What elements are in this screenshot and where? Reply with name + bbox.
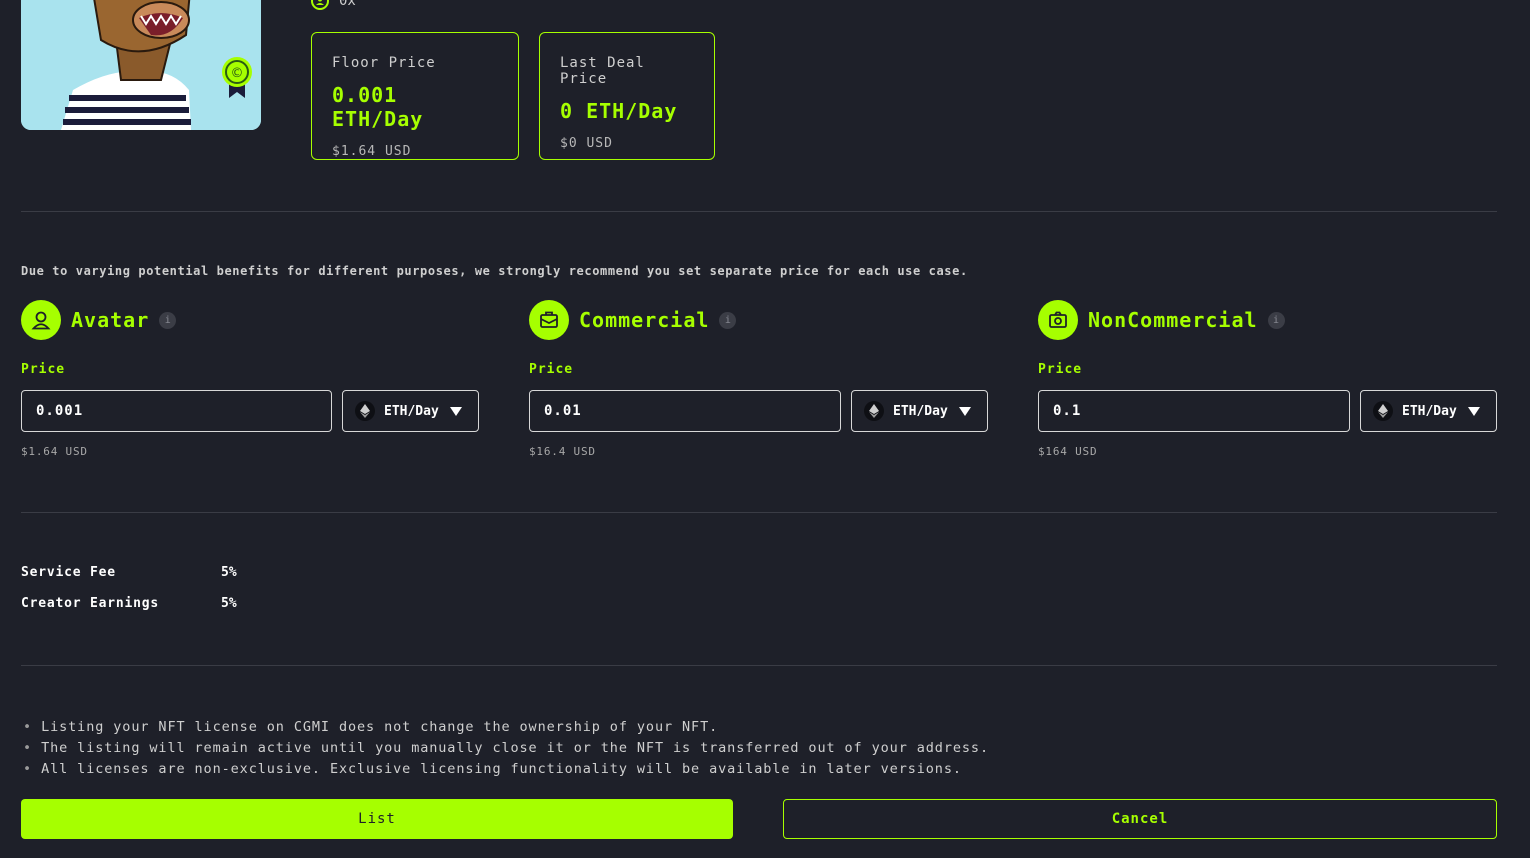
creator-earnings-label: Creator Earnings xyxy=(21,596,160,611)
commercial-unit-label: ETH/Day xyxy=(893,403,948,419)
commercial-usd: $16.4 USD xyxy=(529,445,596,458)
service-fee-value: 5% xyxy=(221,565,237,580)
chevron-down-icon xyxy=(449,406,462,416)
commercial-price-label: Price xyxy=(529,362,574,377)
pricing-notice: Due to varying potential benefits for di… xyxy=(21,264,968,278)
floor-price-card: Floor Price 0.001 ETH/Day $1.64 USD xyxy=(311,32,519,160)
usecase-avatar-header: Avatar i xyxy=(21,300,177,340)
user-icon xyxy=(311,0,329,10)
nft-image: © xyxy=(21,0,261,130)
noncommercial-unit-select[interactable]: ETH/Day xyxy=(1360,390,1497,432)
usecase-noncommercial-title: NonCommercial xyxy=(1088,308,1258,332)
last-deal-price-label: Last Deal Price xyxy=(560,55,645,87)
info-icon[interactable]: i xyxy=(159,311,177,329)
commercial-price-input[interactable] xyxy=(529,390,841,432)
commercial-bag-icon xyxy=(529,300,569,340)
avatar-user-icon xyxy=(21,300,61,340)
avatar-price-input[interactable] xyxy=(21,390,332,432)
avatar-unit-select[interactable]: ETH/Day xyxy=(342,390,479,432)
floor-price-label: Floor Price xyxy=(332,55,436,71)
eth-icon xyxy=(864,401,884,421)
owner-row: 0x xyxy=(311,0,356,10)
floor-price-value: 0.001 ETH/Day xyxy=(332,83,424,131)
eth-icon xyxy=(1373,401,1393,421)
last-deal-price-card: Last Deal Price 0 ETH/Day $0 USD xyxy=(539,32,715,160)
usecase-avatar-title: Avatar xyxy=(71,308,150,332)
usecase-noncommercial-header: NonCommercial i xyxy=(1038,300,1285,340)
commercial-unit-select[interactable]: ETH/Day xyxy=(851,390,988,432)
usecase-commercial-title: Commercial xyxy=(579,308,710,332)
chevron-down-icon xyxy=(1467,406,1480,416)
note-item: The listing will remain active until you… xyxy=(23,738,989,759)
last-deal-price-usd: $0 USD xyxy=(560,136,613,151)
usecase-commercial-header: Commercial i xyxy=(529,300,737,340)
last-deal-price-value: 0 ETH/Day xyxy=(560,99,678,123)
ape-illustration: © xyxy=(21,0,261,130)
creator-earnings-value: 5% xyxy=(221,596,237,611)
chevron-down-icon xyxy=(958,406,971,416)
noncommercial-camera-icon xyxy=(1038,300,1078,340)
note-item: Listing your NFT license on CGMI does no… xyxy=(23,717,989,738)
divider xyxy=(21,512,1497,513)
avatar-price-label: Price xyxy=(21,362,66,377)
info-icon[interactable]: i xyxy=(719,311,737,329)
listing-notes: Listing your NFT license on CGMI does no… xyxy=(23,717,989,780)
noncommercial-usd: $164 USD xyxy=(1038,445,1098,458)
list-button[interactable]: List xyxy=(21,799,733,839)
owner-address[interactable]: 0x xyxy=(339,0,356,9)
noncommercial-price-label: Price xyxy=(1038,362,1083,377)
noncommercial-price-input[interactable] xyxy=(1038,390,1350,432)
service-fee-label: Service Fee xyxy=(21,565,116,580)
note-item: All licenses are non-exclusive. Exclusiv… xyxy=(23,759,989,780)
avatar-usd: $1.64 USD xyxy=(21,445,88,458)
cancel-button[interactable]: Cancel xyxy=(783,799,1497,839)
divider xyxy=(21,665,1497,666)
floor-price-usd: $1.64 USD xyxy=(332,144,412,159)
eth-icon xyxy=(355,401,375,421)
svg-text:©: © xyxy=(231,66,244,81)
noncommercial-unit-label: ETH/Day xyxy=(1402,403,1457,419)
info-icon[interactable]: i xyxy=(1267,311,1285,329)
avatar-unit-label: ETH/Day xyxy=(384,403,439,419)
divider xyxy=(21,211,1497,212)
